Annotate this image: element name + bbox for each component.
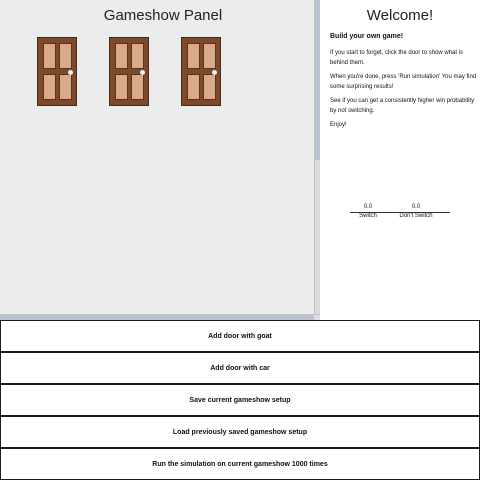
door-2[interactable] [109,37,149,106]
info-paragraph-switching: See if you can get a consistently higher… [330,98,475,114]
gameshow-panel-title: Gameshow Panel [103,7,223,24]
gameshow-panel: Gameshow Panel [0,0,314,314]
info-panel: Welcome! Build your own game! If you sta… [320,0,480,320]
door-panel [131,74,144,100]
load-setup-button[interactable]: Load previously saved gameshow setup [0,416,480,448]
door-panel [187,74,200,100]
noswitch-win-value: 0.0 [411,204,421,210]
info-subtitle: Build your own game! [330,33,404,40]
door-knob [212,70,217,75]
door-panel [187,43,200,69]
switch-label: Switch [359,213,377,219]
info-paragraph-run: When you're done, press 'Run simulation'… [330,74,477,90]
info-paragraph-enjoy: Enjoy! [330,122,347,128]
door-panel [43,74,56,100]
info-paragraph-forget: If you start to forget, click the door t… [330,50,464,66]
door-panel [115,43,128,69]
door-panel [43,43,56,69]
door-panel [131,43,144,69]
door-1[interactable] [37,37,77,106]
switch-win-value: 0.0 [363,204,373,210]
door-panel [59,74,72,100]
add-car-door-button[interactable]: Add door with car [0,352,480,384]
door-panel [203,74,216,100]
noswitch-label: Don't Switch [399,213,433,219]
door-panel [115,74,128,100]
add-goat-door-button[interactable]: Add door with goat [0,320,480,352]
door-knob [68,70,73,75]
run-simulation-button[interactable]: Run the simulation on current gameshow 1… [0,448,480,480]
door-3[interactable] [181,37,221,106]
save-setup-button[interactable]: Save current gameshow setup [0,384,480,416]
welcome-title: Welcome! [366,7,434,24]
door-knob [140,70,145,75]
door-panel [59,43,72,69]
door-panel [203,43,216,69]
